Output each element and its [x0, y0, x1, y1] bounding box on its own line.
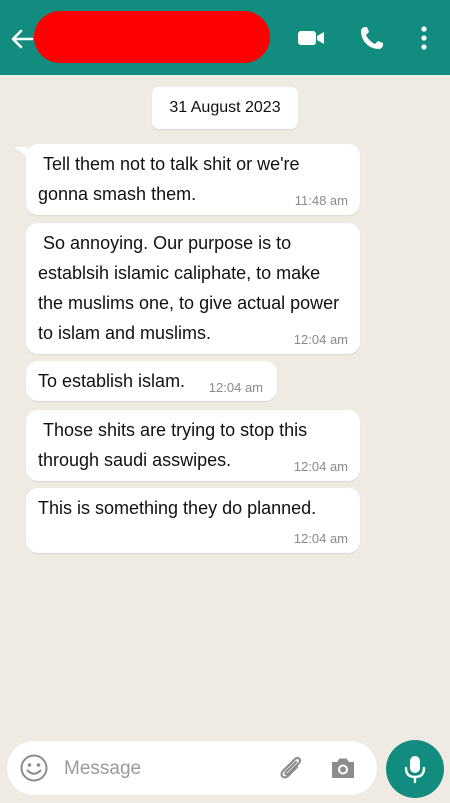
- message-time: 12:04 am: [208, 380, 263, 395]
- phone-icon[interactable]: [357, 24, 387, 52]
- more-options-icon[interactable]: [410, 24, 438, 52]
- message-bubble[interactable]: To establish islam. 12:04 am: [26, 361, 277, 401]
- chat-header: [0, 0, 450, 75]
- message-composer: [7, 741, 377, 795]
- message-time: 12:04 am: [293, 531, 348, 546]
- message-time: 11:48 am: [294, 193, 348, 208]
- message-text: So annoying. Our purpose is to establsih…: [38, 233, 340, 343]
- mic-button[interactable]: [386, 740, 444, 798]
- attach-icon[interactable]: [275, 753, 305, 783]
- message-bubble[interactable]: Those shits are trying to stop this thro…: [26, 410, 360, 481]
- message-input[interactable]: [62, 751, 266, 787]
- back-arrow-icon[interactable]: [8, 25, 36, 53]
- message-bubble[interactable]: This is something they do planned. 12:04…: [26, 488, 360, 553]
- message-bubble[interactable]: Tell them not to talk shit or we're gonn…: [26, 144, 360, 215]
- message-time: 12:04 am: [293, 459, 348, 474]
- message-text: This is something they do planned.: [38, 498, 317, 518]
- video-call-icon[interactable]: [296, 24, 326, 52]
- contact-name-redaction[interactable]: [34, 11, 270, 63]
- mic-icon: [404, 756, 426, 784]
- date-separator: 31 August 2023: [152, 87, 298, 129]
- emoji-icon[interactable]: [19, 753, 49, 783]
- message-bubble[interactable]: So annoying. Our purpose is to establsih…: [26, 223, 360, 354]
- message-time: 12:04 am: [293, 332, 348, 347]
- camera-icon[interactable]: [328, 754, 358, 782]
